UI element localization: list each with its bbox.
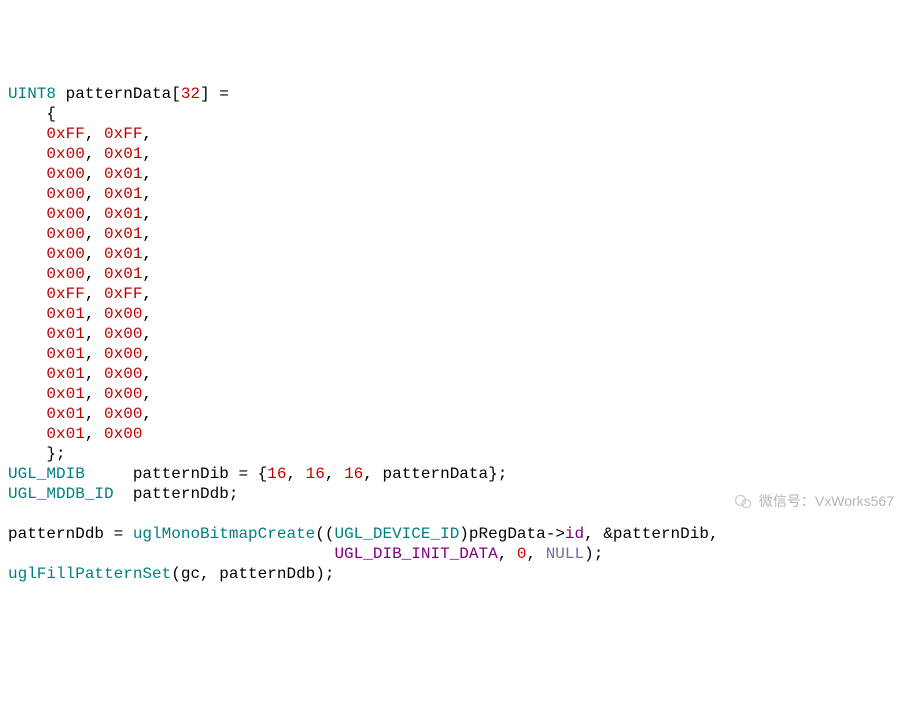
code-block: UINT8 patternData[32] = { 0xFF, 0xFF, 0x… bbox=[8, 84, 916, 584]
